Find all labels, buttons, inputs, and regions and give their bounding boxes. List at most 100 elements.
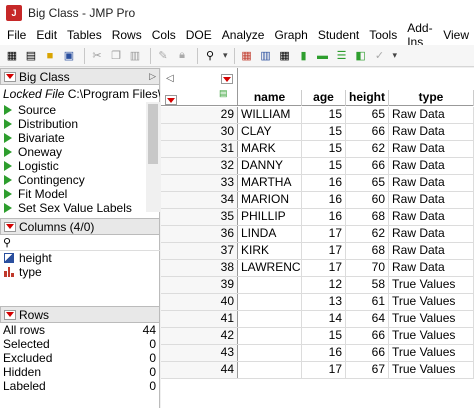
cell-height[interactable]: 60 — [346, 192, 389, 208]
cell-name[interactable]: LINDA — [238, 226, 302, 242]
cell-age[interactable]: 17 — [302, 260, 346, 276]
cell-age[interactable]: 17 — [302, 226, 346, 242]
save-icon[interactable]: ▣ — [61, 48, 77, 64]
menu-doe[interactable]: DOE — [181, 28, 217, 42]
cell-type[interactable]: Raw Data — [389, 175, 474, 191]
cell-name[interactable] — [238, 294, 302, 310]
edit-icon[interactable]: ✎ — [155, 48, 171, 64]
cell-name[interactable]: LAWRENCE — [238, 260, 302, 276]
cell-type[interactable]: Raw Data — [389, 158, 474, 174]
table-row[interactable]: 44 17 67 True Values — [161, 362, 474, 379]
cell-height[interactable]: 62 — [346, 141, 389, 157]
column-header-age[interactable]: age — [302, 90, 346, 106]
row-number[interactable]: 36 — [161, 226, 238, 242]
cell-age[interactable]: 15 — [302, 141, 346, 157]
open-icon[interactable]: ■ — [42, 48, 58, 64]
cell-name[interactable] — [238, 345, 302, 361]
row-number[interactable]: 44 — [161, 362, 238, 378]
cell-age[interactable]: 13 — [302, 294, 346, 310]
cell-type[interactable]: True Values — [389, 311, 474, 327]
cell-type[interactable]: True Values — [389, 345, 474, 361]
red-triangle-icon[interactable] — [221, 74, 233, 84]
lock-icon[interactable]: 🔒︎ — [174, 48, 190, 64]
cell-name[interactable]: PHILLIP — [238, 209, 302, 225]
cell-type[interactable]: True Values — [389, 277, 474, 293]
row-number[interactable]: 43 — [161, 345, 238, 361]
row-number[interactable]: 42 — [161, 328, 238, 344]
table-row[interactable]: 33 MARTHA 16 65 Raw Data — [161, 175, 474, 192]
script-item[interactable]: Set Sex Value Labels — [0, 201, 160, 215]
cell-age[interactable]: 16 — [302, 192, 346, 208]
control-chart-icon[interactable]: ◧ — [353, 48, 369, 64]
distribution-icon[interactable]: ▮ — [296, 48, 312, 64]
column-header-name[interactable]: name — [238, 90, 302, 106]
menu-tables[interactable]: Tables — [62, 28, 107, 42]
cell-name[interactable] — [238, 311, 302, 327]
menu-edit[interactable]: Edit — [31, 28, 62, 42]
paste-icon[interactable]: ▥ — [127, 48, 143, 64]
menu-student[interactable]: Student — [313, 28, 364, 42]
cell-type[interactable]: Raw Data — [389, 124, 474, 140]
cell-name[interactable] — [238, 362, 302, 378]
cell-height[interactable]: 65 — [346, 107, 389, 123]
search-icon[interactable]: ⚲ — [202, 48, 218, 64]
grid-icon[interactable]: ▦ — [277, 48, 293, 64]
cell-type[interactable]: Raw Data — [389, 209, 474, 225]
row-number[interactable]: 39 — [161, 277, 238, 293]
cell-age[interactable]: 15 — [302, 124, 346, 140]
cell-name[interactable] — [238, 328, 302, 344]
columns-icon[interactable]: ▥ — [258, 48, 274, 64]
run-script-icon[interactable] — [4, 189, 12, 199]
table-row[interactable]: 32 DANNY 15 66 Raw Data — [161, 158, 474, 175]
cell-height[interactable]: 68 — [346, 243, 389, 259]
collapse-arrow-icon[interactable]: ▷ — [149, 71, 156, 82]
script-item[interactable]: Fit Model — [0, 187, 160, 201]
menu-view[interactable]: View — [438, 28, 474, 42]
column-names-icon[interactable]: ▤ — [219, 88, 228, 99]
run-script-icon[interactable] — [4, 175, 12, 185]
cell-age[interactable]: 16 — [302, 345, 346, 361]
table-row[interactable]: 31 MARK 15 62 Raw Data — [161, 141, 474, 158]
row-number[interactable]: 38 — [161, 260, 238, 276]
red-triangle-icon[interactable] — [4, 71, 16, 82]
row-number[interactable]: 33 — [161, 175, 238, 191]
table-row[interactable]: 43 16 66 True Values — [161, 345, 474, 362]
cell-height[interactable]: 68 — [346, 209, 389, 225]
rows-panel-header[interactable]: Rows — [0, 306, 160, 323]
cell-age[interactable]: 17 — [302, 243, 346, 259]
cell-age[interactable]: 15 — [302, 328, 346, 344]
new-script-icon[interactable]: ▤ — [23, 48, 39, 64]
table-row[interactable]: 39 12 58 True Values — [161, 277, 474, 294]
table-row[interactable]: 41 14 64 True Values — [161, 311, 474, 328]
cell-height[interactable]: 67 — [346, 362, 389, 378]
menu-tools[interactable]: Tools — [364, 28, 402, 42]
cell-type[interactable]: Raw Data — [389, 243, 474, 259]
script-item[interactable]: Oneway — [0, 145, 160, 159]
cell-height[interactable]: 70 — [346, 260, 389, 276]
data-table-icon[interactable]: ▦ — [239, 48, 255, 64]
table-panel-header[interactable]: Big Class ▷ — [0, 68, 160, 85]
cell-age[interactable]: 16 — [302, 175, 346, 191]
column-header-type[interactable]: type — [389, 90, 474, 106]
table-row[interactable]: 30 CLAY 15 66 Raw Data — [161, 124, 474, 141]
cell-age[interactable]: 16 — [302, 209, 346, 225]
row-number[interactable]: 31 — [161, 141, 238, 157]
cell-height[interactable]: 66 — [346, 328, 389, 344]
row-number[interactable]: 40 — [161, 294, 238, 310]
cell-height[interactable]: 66 — [346, 345, 389, 361]
copy-icon[interactable]: ❐ — [108, 48, 124, 64]
row-number[interactable]: 29 — [161, 107, 238, 123]
run-script-icon[interactable] — [4, 203, 12, 213]
column-header-height[interactable]: height — [346, 90, 389, 106]
run-script-icon[interactable] — [4, 133, 12, 143]
cell-name[interactable]: MARK — [238, 141, 302, 157]
cell-age[interactable]: 17 — [302, 362, 346, 378]
cell-height[interactable]: 64 — [346, 311, 389, 327]
toolbar-overflow-icon[interactable]: ▾ — [393, 50, 398, 61]
script-item[interactable]: Distribution — [0, 117, 160, 131]
menu-analyze[interactable]: Analyze — [217, 28, 270, 42]
row-number[interactable]: 35 — [161, 209, 238, 225]
run-script-icon[interactable] — [4, 147, 12, 157]
run-script-icon[interactable] — [4, 119, 12, 129]
red-triangle-icon[interactable] — [4, 221, 16, 232]
